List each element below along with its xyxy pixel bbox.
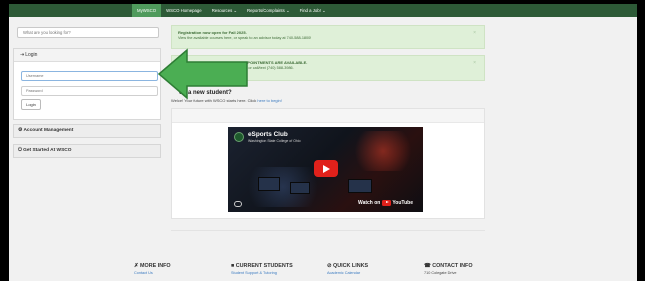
book-icon: ■ xyxy=(231,263,235,269)
more-info-heading-text: MORE INFO xyxy=(140,263,171,269)
nav-item-homepage[interactable]: WSCO Homepage xyxy=(161,4,207,17)
login-heading: ⇥Login xyxy=(14,49,160,62)
login-button[interactable]: Login xyxy=(21,99,41,110)
monitor-shape xyxy=(258,177,280,191)
nav-item-mywsco[interactable]: MyWSCO xyxy=(132,4,162,17)
arrow-shape xyxy=(157,48,248,100)
monitor-shape xyxy=(290,182,310,194)
login-panel: ⇥Login Login xyxy=(13,48,161,120)
get-started-label: Get Started At WSCO xyxy=(23,148,72,153)
contact-us-link[interactable]: Contact Us xyxy=(134,271,171,275)
close-icon[interactable]: × xyxy=(473,60,476,66)
nav-item-find-job[interactable]: Find a Job! ⌄ xyxy=(295,4,331,17)
student-support-link[interactable]: Student Support & Tutoring xyxy=(231,271,293,275)
watch-on-label: Watch on xyxy=(358,200,381,206)
footer: ✗ MORE INFO Contact Us ■ CURRENT STUDENT… xyxy=(9,256,637,281)
footer-quick-links-heading: ⊘ QUICK LINKS xyxy=(327,263,368,269)
link-icon: ⊘ xyxy=(327,263,332,269)
gear-icon: ⚙ xyxy=(18,128,23,133)
nav-item-resources[interactable]: Resources ⌄ xyxy=(207,4,242,17)
watch-on-youtube[interactable]: Watch on YouTube xyxy=(358,200,413,206)
video-card: eSports Club Washington State College of… xyxy=(171,108,485,219)
nav-item-reports[interactable]: Reports/Complaints ⌄ xyxy=(242,4,295,17)
monitor-shape xyxy=(348,179,372,193)
alert-registration-body: View the available courses here, or spea… xyxy=(178,36,312,40)
contact-info-heading-text: CONTACT INFO xyxy=(432,263,473,269)
youtube-icon xyxy=(382,200,392,206)
arrow-pointer-icon xyxy=(157,48,248,100)
search-input[interactable] xyxy=(17,27,159,38)
get-started-toggle[interactable]: ⏻ Get Started At WSCO xyxy=(13,144,161,158)
account-management-label: Account Management xyxy=(23,128,74,133)
video-subtitle: Washington State College of Ohio xyxy=(248,139,301,143)
current-students-heading-text: CURRENT STUDENTS xyxy=(235,263,293,269)
quick-links-heading-text: QUICK LINKS xyxy=(333,263,369,269)
esports-video[interactable]: eSports Club Washington State College of… xyxy=(228,127,423,212)
footer-contact-info-heading: ☎ CONTACT INFO xyxy=(424,263,473,269)
video-title: eSports Club xyxy=(248,131,288,138)
close-icon[interactable]: × xyxy=(473,30,476,36)
password-field[interactable] xyxy=(21,86,158,96)
youtube-label: YouTube xyxy=(392,200,413,206)
login-heading-text: Login xyxy=(25,52,38,58)
account-management-toggle[interactable]: ⚙ Account Management xyxy=(13,124,161,138)
top-nav: MyWSCO WSCO Homepage Resources ⌄ Reports… xyxy=(9,4,637,17)
username-field[interactable] xyxy=(21,71,158,81)
footer-more-info: ✗ MORE INFO Contact Us xyxy=(134,263,171,275)
alert-registration-title: Registration now open for Fall 2025. xyxy=(178,30,247,35)
captions-icon[interactable] xyxy=(234,201,242,207)
power-icon: ⏻ xyxy=(18,148,22,153)
phone-icon: ☎ xyxy=(424,263,431,269)
alert-registration: Registration now open for Fall 2025. Vie… xyxy=(171,25,485,49)
contact-address: 710 Colegate Drive xyxy=(424,271,457,275)
video-card-header xyxy=(172,109,484,123)
footer-contact-info: ☎ CONTACT INFO 710 Colegate Drive xyxy=(424,263,473,275)
footer-quick-links: ⊘ QUICK LINKS Academic Calendar xyxy=(327,263,368,275)
play-button-icon[interactable] xyxy=(314,160,338,177)
pin-icon: ✗ xyxy=(134,263,139,269)
footer-current-students: ■ CURRENT STUDENTS Student Support & Tut… xyxy=(231,263,293,275)
footer-more-info-heading: ✗ MORE INFO xyxy=(134,263,171,269)
channel-logo-icon xyxy=(234,132,244,142)
browser-viewport: MyWSCO WSCO Homepage Resources ⌄ Reports… xyxy=(9,4,637,281)
video-light xyxy=(348,131,418,171)
footer-current-students-heading: ■ CURRENT STUDENTS xyxy=(231,263,293,269)
academic-calendar-link[interactable]: Academic Calendar xyxy=(327,271,368,275)
content-divider xyxy=(171,230,485,231)
sign-in-icon: ⇥ xyxy=(20,52,25,58)
begin-link[interactable]: here to begin! xyxy=(257,98,281,103)
